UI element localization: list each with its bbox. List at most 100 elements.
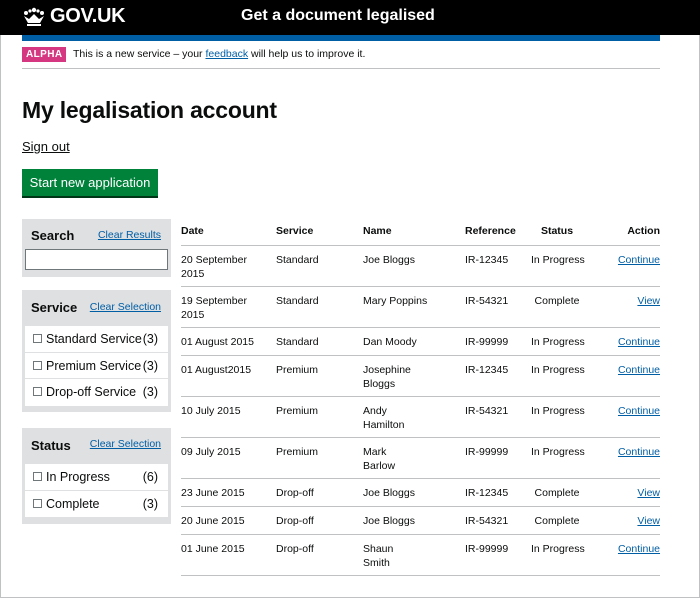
sign-out-link[interactable]: Sign out [22, 139, 70, 154]
view-link[interactable]: View [637, 295, 660, 309]
option-label: In Progress [46, 470, 110, 484]
view-link[interactable]: View [637, 487, 660, 501]
continue-link[interactable]: Continue [618, 364, 660, 378]
cell-date: 01 August 2015 [181, 336, 254, 348]
column-header-action: Action [627, 225, 660, 237]
cell-name: Shaun Smith [363, 543, 394, 569]
cell-name: Joe Bloggs [363, 487, 415, 499]
cell-reference: IR-54321 [465, 405, 509, 417]
cell-service: Drop-off [276, 515, 314, 527]
cell-reference: IR-54321 [465, 295, 509, 307]
cell-date: 01 August2015 [181, 364, 252, 376]
table-row: 01 August2015 Premium Josephine Bloggs I… [181, 356, 660, 397]
cell-service: Premium [276, 364, 319, 376]
cell-service: Standard [276, 336, 319, 348]
alpha-tag: ALPHA [22, 47, 67, 62]
column-header-date: Date [181, 225, 204, 237]
cell-date: 09 July 2015 [181, 446, 241, 458]
service-options: Standard Service (3) Premium Service (3)… [25, 326, 168, 406]
search-panel-title: Search [31, 228, 75, 243]
option-count: (3) [142, 332, 158, 346]
clear-results-link[interactable]: Clear Results [98, 229, 161, 241]
cell-date: 10 July 2015 [181, 405, 241, 417]
service-option-drop-off[interactable]: Drop-off Service (3) [25, 379, 168, 406]
service-option-premium[interactable]: Premium Service (3) [25, 353, 168, 379]
table-row: 20 June 2015 Drop-off Joe Bloggs IR-5432… [181, 507, 660, 535]
cell-name: Joe Bloggs [363, 515, 415, 527]
service-clear-selection-link[interactable]: Clear Selection [90, 301, 161, 313]
cell-status: In Progress [531, 543, 585, 555]
cell-name: Joe Bloggs [363, 254, 415, 266]
cell-name: Mark Barlow [363, 446, 396, 472]
cell-service: Premium [276, 405, 319, 417]
cell-name: Dan Moody [363, 336, 417, 348]
checkbox[interactable] [33, 498, 42, 508]
applications-table: Date Service Name Reference Status Actio… [181, 219, 660, 576]
continue-link[interactable]: Continue [618, 543, 660, 557]
option-count: (3) [142, 496, 158, 511]
view-link[interactable]: View [637, 515, 660, 529]
option-label: Premium Service [46, 358, 142, 373]
table-header: Date Service Name Reference Status Actio… [181, 219, 660, 246]
cell-name: Josephine Bloggs [363, 364, 411, 390]
cell-date: 19 September 2015 [181, 295, 247, 321]
cell-reference: IR-12345 [465, 487, 509, 499]
govuk-header: GOV.UK Get a document legalised [0, 0, 700, 35]
status-option-in-progress[interactable]: In Progress (6) [25, 464, 168, 491]
cell-date: 23 June 2015 [181, 487, 245, 499]
cell-status: Complete [534, 515, 580, 527]
service-option-standard[interactable]: Standard Service (3) [25, 326, 168, 353]
cell-reference: IR-12345 [465, 254, 509, 266]
status-filter-panel: Status Clear Selection In Progress (6) C… [22, 428, 171, 524]
continue-link[interactable]: Continue [618, 446, 660, 460]
cell-reference: IR-54321 [465, 515, 509, 527]
service-filter-panel: Service Clear Selection Standard Service… [22, 290, 171, 412]
status-options: In Progress (6) Complete (3) [25, 464, 168, 517]
table-row: 20 September 2015 Standard Joe Bloggs IR… [181, 246, 660, 287]
option-label: Standard Service [46, 332, 142, 346]
continue-link[interactable]: Continue [618, 254, 660, 268]
cell-name: Andy Hamilton [363, 405, 405, 431]
phase-text-after: will help us to improve it. [248, 48, 366, 60]
option-label: Complete [46, 496, 100, 511]
status-filter-title: Status [31, 438, 71, 453]
table-row: 01 June 2015 Drop-off Shaun Smith IR-999… [181, 535, 660, 576]
search-input[interactable] [25, 249, 168, 270]
cell-status: In Progress [531, 405, 585, 417]
table-row: 23 June 2015 Drop-off Joe Bloggs IR-1234… [181, 479, 660, 507]
service-name[interactable]: Get a document legalised [241, 7, 435, 25]
phase-banner-text: This is a new service – your feedback wi… [73, 48, 365, 60]
option-label: Drop-off Service [46, 385, 137, 399]
column-header-service: Service [276, 225, 314, 237]
table-row: 10 July 2015 Premium Andy Hamilton IR-54… [181, 397, 660, 438]
cell-date: 01 June 2015 [181, 543, 245, 555]
cell-service: Standard [276, 254, 319, 266]
status-clear-selection-link[interactable]: Clear Selection [90, 438, 161, 450]
phase-text-before: This is a new service – your [73, 48, 206, 60]
column-header-status: Status [540, 225, 574, 237]
cell-date: 20 September 2015 [181, 254, 247, 280]
crown-icon [24, 7, 44, 26]
checkbox[interactable] [33, 360, 42, 370]
checkbox[interactable] [33, 334, 42, 343]
continue-link[interactable]: Continue [618, 405, 660, 419]
cell-status: In Progress [531, 254, 585, 266]
govuk-logo-text[interactable]: GOV.UK [50, 5, 126, 28]
status-option-complete[interactable]: Complete (3) [25, 491, 168, 518]
cell-service: Drop-off [276, 543, 314, 555]
header-blue-bar [22, 35, 660, 41]
column-header-reference: Reference [465, 225, 516, 237]
page-title: My legalisation account [22, 97, 277, 123]
table-row: 09 July 2015 Premium Mark Barlow IR-9999… [181, 438, 660, 479]
cell-service: Standard [276, 295, 319, 307]
cell-reference: IR-99999 [465, 446, 509, 458]
checkbox[interactable] [33, 387, 42, 396]
cell-service: Premium [276, 446, 319, 458]
checkbox[interactable] [33, 472, 42, 481]
option-count: (3) [142, 385, 158, 399]
table-row: 19 September 2015 Standard Mary Poppins … [181, 287, 660, 328]
start-new-application-button[interactable]: Start new application [22, 169, 158, 196]
continue-link[interactable]: Continue [618, 336, 660, 350]
feedback-link[interactable]: feedback [205, 48, 248, 60]
cell-reference: IR-12345 [465, 364, 509, 376]
